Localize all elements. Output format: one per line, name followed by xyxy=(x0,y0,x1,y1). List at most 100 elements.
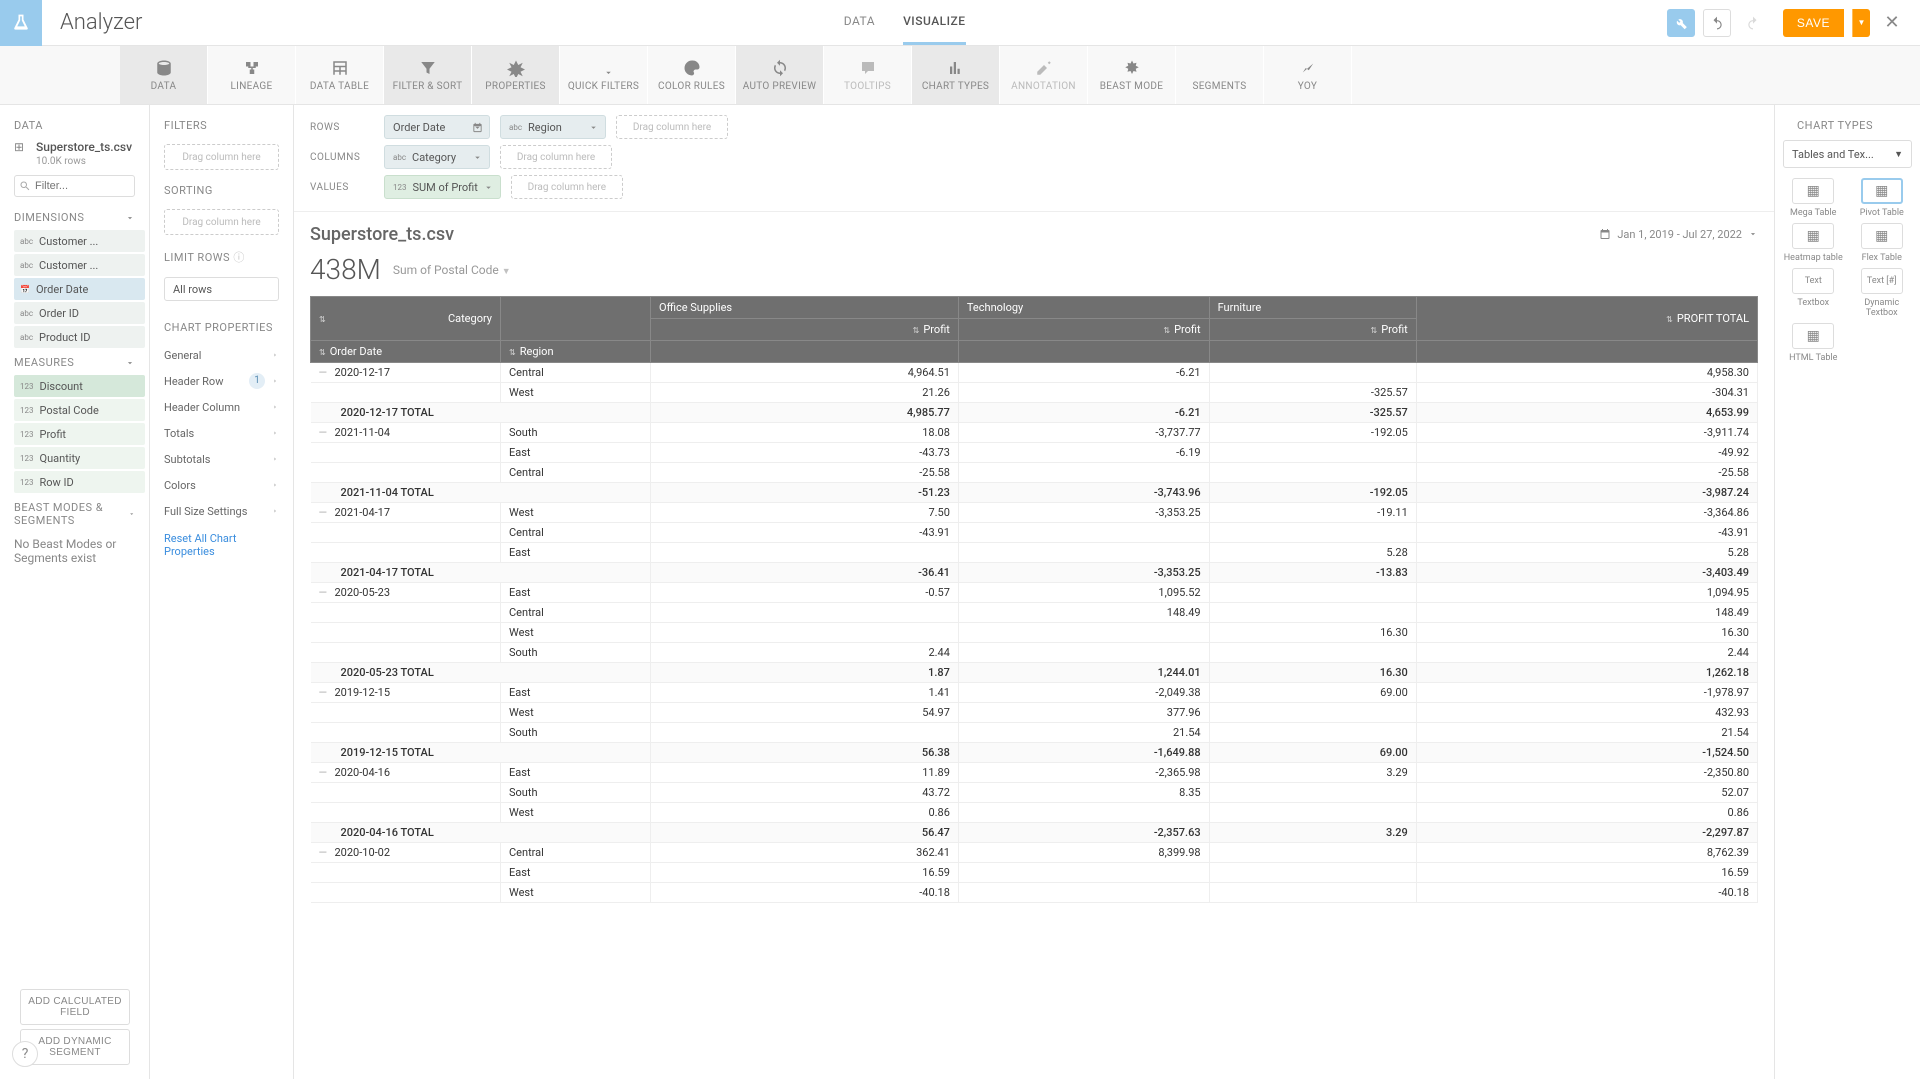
app-logo[interactable] xyxy=(0,0,42,46)
table-row[interactable]: Central-25.58-25.58 xyxy=(311,463,1758,483)
prop-general[interactable]: General xyxy=(150,342,293,368)
table-row[interactable]: 2019-12-15 TOTAL56.38-1,649.8869.00-1,52… xyxy=(311,743,1758,763)
toolbar-data-table[interactable]: DATA TABLE xyxy=(296,46,384,104)
table-row[interactable]: 2020-12-17 TOTAL4,985.77-6.21-325.574,65… xyxy=(311,403,1758,423)
table-row[interactable]: East5.285.28 xyxy=(311,543,1758,563)
values-pill-profit[interactable]: 123SUM of Profit xyxy=(384,175,501,199)
kpi-label[interactable]: Sum of Postal Code ▼ xyxy=(393,263,511,277)
collapse-toggle[interactable]: — xyxy=(319,686,329,699)
chart-type-textbox[interactable]: TextTextbox xyxy=(1783,268,1844,320)
table-row[interactable]: East-43.73-6.19-49.92 xyxy=(311,443,1758,463)
collapse-toggle[interactable]: — xyxy=(319,766,329,779)
beastmode-header[interactable]: BEAST MODES & SEGMENTS xyxy=(0,495,149,533)
filter-input[interactable] xyxy=(14,175,135,197)
chart-type-mega-table[interactable]: ▦Mega Table xyxy=(1783,178,1844,219)
collapse-toggle[interactable]: — xyxy=(319,846,329,859)
toolbar-color-rules[interactable]: COLOR RULES xyxy=(648,46,736,104)
columns-pill-category[interactable]: abcCategory xyxy=(384,145,490,169)
prop-colors[interactable]: Colors xyxy=(150,472,293,498)
toolbar-properties[interactable]: PROPERTIES xyxy=(472,46,560,104)
undo-button[interactable] xyxy=(1703,9,1731,37)
tab-visualize[interactable]: VISUALIZE xyxy=(903,0,965,45)
table-row[interactable]: 2021-04-17 TOTAL-36.41-3,353.25-13.83-3,… xyxy=(311,563,1758,583)
chart-type-dynamic-textbox[interactable]: Text [#]Dynamic Textbox xyxy=(1852,268,1913,320)
filters-dropzone[interactable]: Drag column here xyxy=(164,144,279,170)
collapse-toggle[interactable]: — xyxy=(319,366,329,379)
collapse-toggle[interactable]: — xyxy=(319,506,329,519)
table-row[interactable]: —2021-04-17West7.50-3,353.25-19.11-3,364… xyxy=(311,503,1758,523)
table-row[interactable]: West21.26-325.57-304.31 xyxy=(311,383,1758,403)
dimensions-header[interactable]: DIMENSIONS xyxy=(0,205,149,230)
help-button[interactable]: ? xyxy=(12,1041,38,1067)
table-row[interactable]: West16.3016.30 xyxy=(311,623,1758,643)
toolbar-chart-types[interactable]: CHART TYPES xyxy=(912,46,1000,104)
rows-dropzone[interactable]: Drag column here xyxy=(616,115,728,139)
values-dropzone[interactable]: Drag column here xyxy=(511,175,623,199)
toolbar-lineage[interactable]: LINEAGE xyxy=(208,46,296,104)
tools-button[interactable] xyxy=(1667,9,1695,37)
collapse-toggle[interactable]: — xyxy=(319,426,329,439)
toolbar-quick-filters[interactable]: QUICK FILTERS xyxy=(560,46,648,104)
prop-totals[interactable]: Totals xyxy=(150,420,293,446)
toolbar-data[interactable]: DATA xyxy=(120,46,208,104)
table-row[interactable]: —2020-10-02Central362.418,399.988,762.39 xyxy=(311,843,1758,863)
columns-dropzone[interactable]: Drag column here xyxy=(500,145,612,169)
toolbar-auto-preview[interactable]: AUTO PREVIEW xyxy=(736,46,824,104)
rows-pill-order-date[interactable]: Order Date xyxy=(384,115,490,139)
table-row[interactable]: 2021-11-04 TOTAL-51.23-3,743.96-192.05-3… xyxy=(311,483,1758,503)
table-row[interactable]: South2.442.44 xyxy=(311,643,1758,663)
chart-category-select[interactable]: Tables and Tex...▼ xyxy=(1783,140,1912,168)
table-row[interactable]: West54.97377.96432.93 xyxy=(311,703,1758,723)
collapse-toggle[interactable]: — xyxy=(319,586,329,599)
dataset-name[interactable]: Superstore_ts.csv xyxy=(0,140,149,156)
toolbar-yoy[interactable]: YOY xyxy=(1264,46,1352,104)
limit-rows-select[interactable]: All rows xyxy=(164,277,279,301)
field-order-id[interactable]: abcOrder ID xyxy=(14,302,145,324)
date-range-picker[interactable]: Jan 1, 2019 - Jul 27, 2022 xyxy=(1599,228,1758,241)
field-profit[interactable]: 123Profit xyxy=(14,423,145,445)
table-row[interactable]: —2020-12-17Central4,964.51-6.214,958.30 xyxy=(311,363,1758,383)
table-row[interactable]: East16.5916.59 xyxy=(311,863,1758,883)
table-row[interactable]: West-40.18-40.18 xyxy=(311,883,1758,903)
table-row[interactable]: West0.860.86 xyxy=(311,803,1758,823)
prop-full-size-settings[interactable]: Full Size Settings xyxy=(150,498,293,524)
table-row[interactable]: Central-43.91-43.91 xyxy=(311,523,1758,543)
chart-type-html-table[interactable]: ▦HTML Table xyxy=(1783,323,1844,364)
table-row[interactable]: —2020-05-23East-0.571,095.521,094.95 xyxy=(311,583,1758,603)
table-row[interactable]: 2020-04-16 TOTAL56.47-2,357.633.29-2,297… xyxy=(311,823,1758,843)
pivot-table-wrap[interactable]: ⇅Category Office Supplies Technology Fur… xyxy=(294,296,1774,1079)
toolbar-filter-sort[interactable]: FILTER & SORT xyxy=(384,46,472,104)
field-row-id[interactable]: 123Row ID xyxy=(14,471,145,493)
reset-chart-properties-link[interactable]: Reset All Chart Properties xyxy=(150,524,293,566)
field-customer-[interactable]: abcCustomer ... xyxy=(14,230,145,252)
add-calculated-field-button[interactable]: ADD CALCULATED FIELD xyxy=(20,989,130,1025)
measures-header[interactable]: MEASURES xyxy=(0,350,149,375)
field-postal-code[interactable]: 123Postal Code xyxy=(14,399,145,421)
field-product-id[interactable]: abcProduct ID xyxy=(14,326,145,348)
table-row[interactable]: —2020-04-16East11.89-2,365.983.29-2,350.… xyxy=(311,763,1758,783)
chart-type-flex-table[interactable]: ▦Flex Table xyxy=(1852,223,1913,264)
rows-pill-region[interactable]: abcRegion xyxy=(500,115,606,139)
table-row[interactable]: —2019-12-15East1.41-2,049.3869.00-1,978.… xyxy=(311,683,1758,703)
table-row[interactable]: South21.5421.54 xyxy=(311,723,1758,743)
close-button[interactable]: ✕ xyxy=(1878,9,1906,37)
prop-header-column[interactable]: Header Column xyxy=(150,394,293,420)
sorting-dropzone[interactable]: Drag column here xyxy=(164,209,279,235)
field-quantity[interactable]: 123Quantity xyxy=(14,447,145,469)
prop-header-row[interactable]: Header Row1 xyxy=(150,368,293,394)
table-row[interactable]: Central148.49148.49 xyxy=(311,603,1758,623)
toolbar-segments[interactable]: SEGMENTS xyxy=(1176,46,1264,104)
field-discount[interactable]: 123Discount xyxy=(14,375,145,397)
redo-button[interactable] xyxy=(1739,9,1767,37)
tab-data[interactable]: DATA xyxy=(844,0,875,45)
chart-type-heatmap-table[interactable]: ▦Heatmap table xyxy=(1783,223,1844,264)
field-order-date[interactable]: 📅Order Date xyxy=(14,278,145,300)
chart-type-pivot-table[interactable]: ▦Pivot Table xyxy=(1852,178,1913,219)
table-row[interactable]: 2020-05-23 TOTAL1.871,244.0116.301,262.1… xyxy=(311,663,1758,683)
toolbar-beast-mode[interactable]: BEAST MODE xyxy=(1088,46,1176,104)
save-dropdown[interactable]: ▼ xyxy=(1852,9,1870,37)
field-customer-[interactable]: abcCustomer ... xyxy=(14,254,145,276)
prop-subtotals[interactable]: Subtotals xyxy=(150,446,293,472)
save-button[interactable]: SAVE xyxy=(1783,9,1844,37)
table-row[interactable]: —2021-11-04South18.08-3,737.77-192.05-3,… xyxy=(311,423,1758,443)
